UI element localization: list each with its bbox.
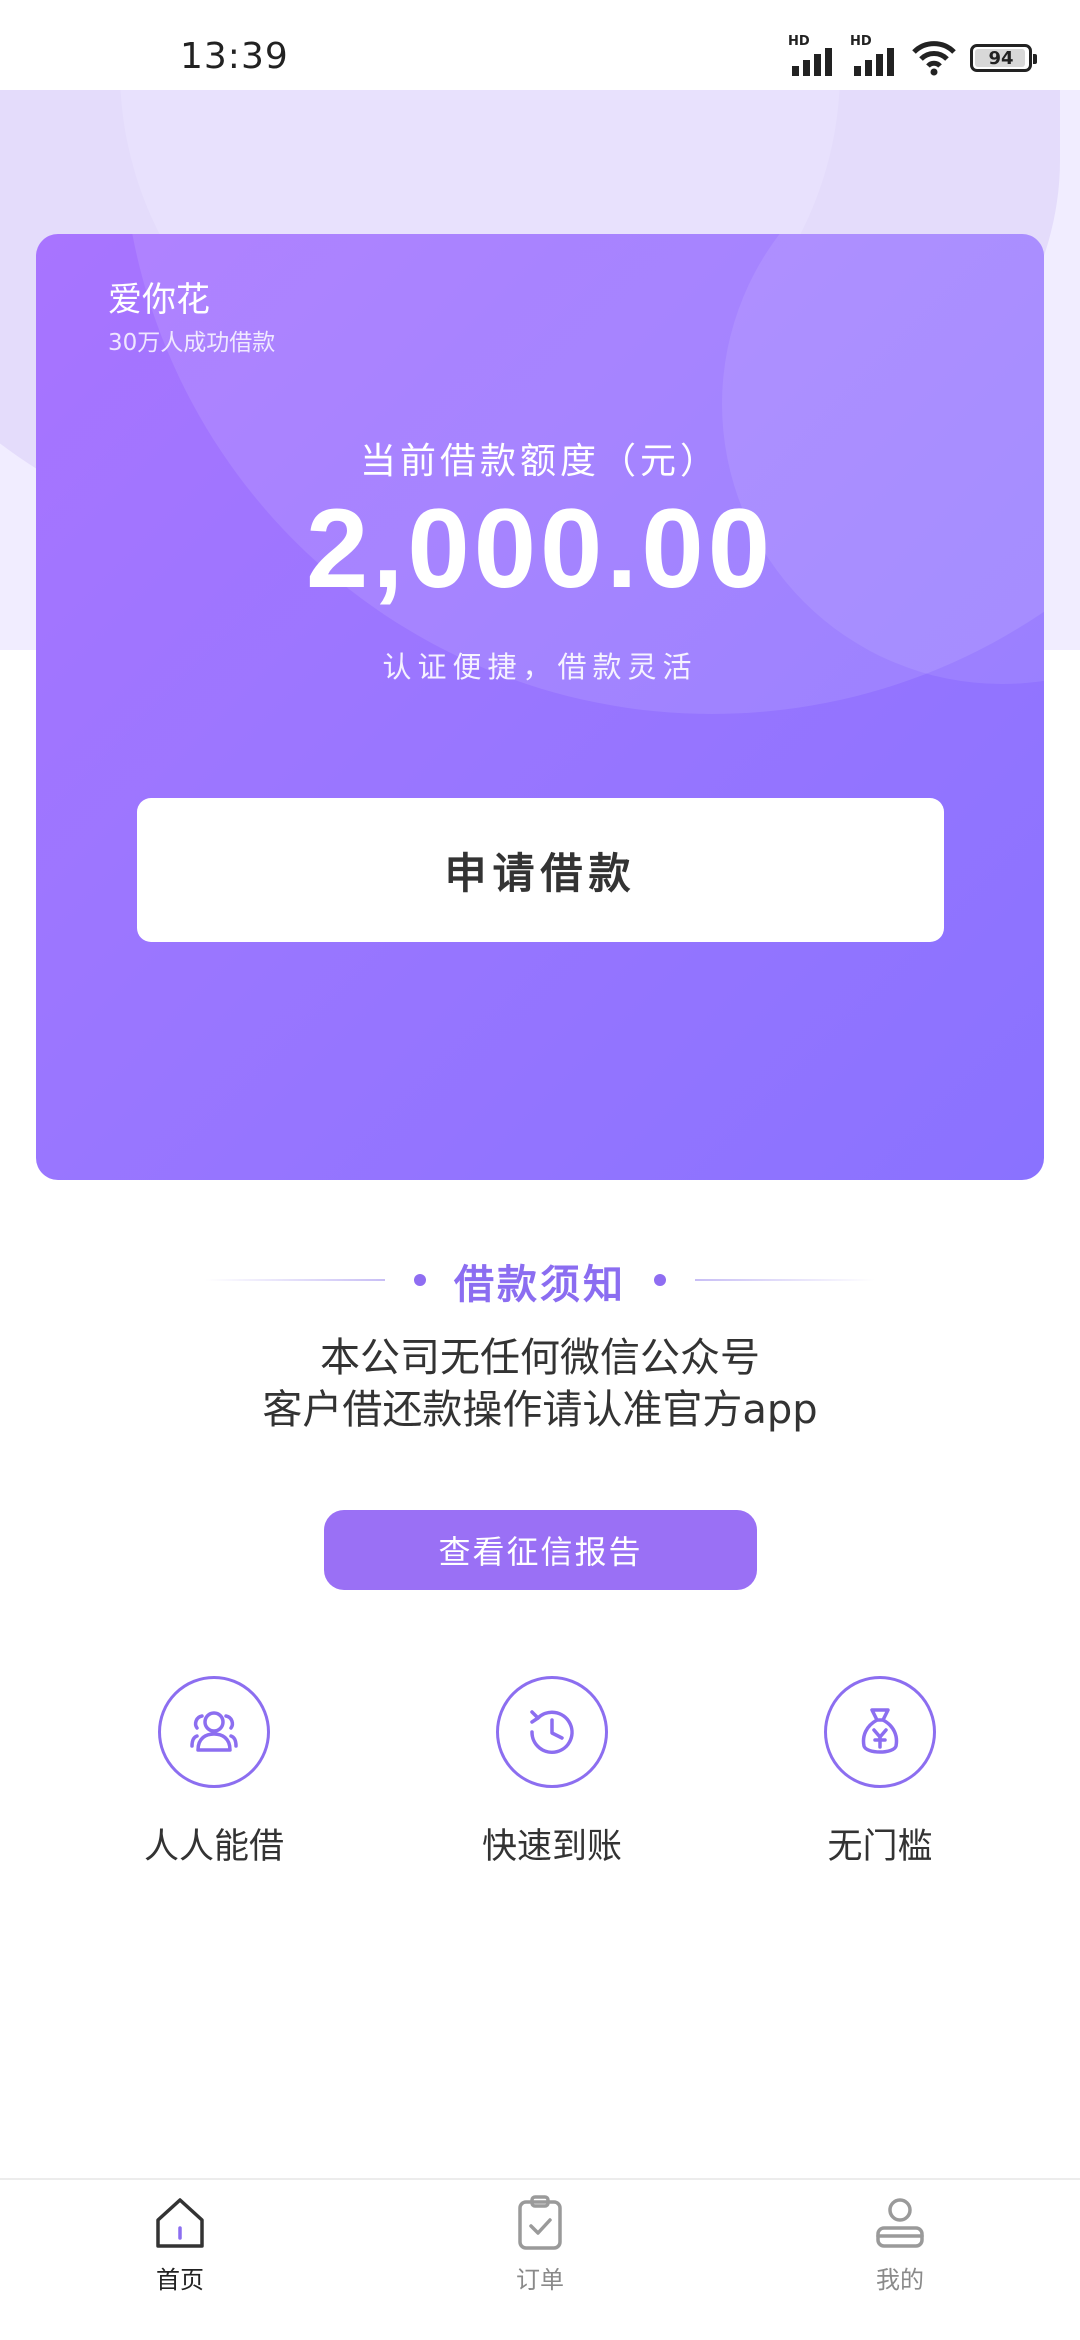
notice-title: 借款须知 xyxy=(454,1262,626,1308)
loan-limit-card: 爱你花 30万人成功借款 当前借款额度（元） 2,000.00 认证便捷，借款灵… xyxy=(36,234,1044,1180)
feature-label: 人人能借 xyxy=(143,1827,284,1867)
apply-loan-button[interactable]: 申请借款 xyxy=(137,798,944,942)
status-bar: 13:39 HD HD 94 xyxy=(0,0,1080,90)
clipboard-check-icon xyxy=(518,2195,562,2250)
notice-line: 客户借还款操作请认准官方app xyxy=(262,1387,818,1433)
notice-line: 本公司无任何微信公众号 xyxy=(320,1335,760,1381)
clock-icon xyxy=(496,1676,608,1788)
limit-tagline: 认证便捷，借款灵活 xyxy=(382,650,698,684)
limit-label: 当前借款额度（元） xyxy=(359,441,720,482)
status-icons: HD HD 94 xyxy=(788,34,1037,78)
signal-icon: HD xyxy=(850,34,898,78)
user-icon xyxy=(876,2198,924,2248)
battery-level: 94 xyxy=(988,47,1014,69)
notice-heading: 借款须知 xyxy=(0,1252,1080,1308)
money-bag-icon xyxy=(824,1676,936,1788)
status-time: 13:39 xyxy=(180,36,289,77)
dot-decoration xyxy=(654,1274,666,1286)
feature-label: 无门槛 xyxy=(827,1827,933,1867)
nav-label: 我的 xyxy=(876,2266,924,2294)
users-icon xyxy=(158,1676,270,1788)
home-icon xyxy=(156,2198,204,2248)
battery-icon: 94 xyxy=(970,44,1037,72)
feature-everyone-can-borrow: 人人能借 xyxy=(94,1676,334,1869)
nav-home[interactable]: 首页 xyxy=(80,2192,280,2295)
brand-name: 爱你花 xyxy=(108,280,210,320)
nav-mine[interactable]: 我的 xyxy=(800,2192,1000,2295)
nav-label: 首页 xyxy=(156,2266,204,2294)
nav-label: 订单 xyxy=(516,2266,564,2294)
feature-fast-payout: 快速到账 xyxy=(432,1676,672,1869)
limit-amount: 2,000.00 xyxy=(306,486,774,611)
brand-subtitle: 30万人成功借款 xyxy=(108,330,276,356)
brand: 爱你花 30万人成功借款 xyxy=(108,272,275,357)
view-credit-report-button[interactable]: 查看征信报告 xyxy=(324,1510,757,1590)
feature-label: 快速到账 xyxy=(481,1827,622,1867)
divider-line xyxy=(695,1279,875,1281)
wifi-icon xyxy=(912,41,956,76)
feature-no-threshold: 无门槛 xyxy=(760,1676,1000,1869)
bottom-navigation: 首页 订单 我的 xyxy=(0,2178,1080,2340)
signal-icon: HD xyxy=(788,34,836,78)
nav-orders[interactable]: 订单 xyxy=(440,2192,640,2295)
notice-text: 本公司无任何微信公众号 客户借还款操作请认准官方app xyxy=(0,1332,1080,1436)
